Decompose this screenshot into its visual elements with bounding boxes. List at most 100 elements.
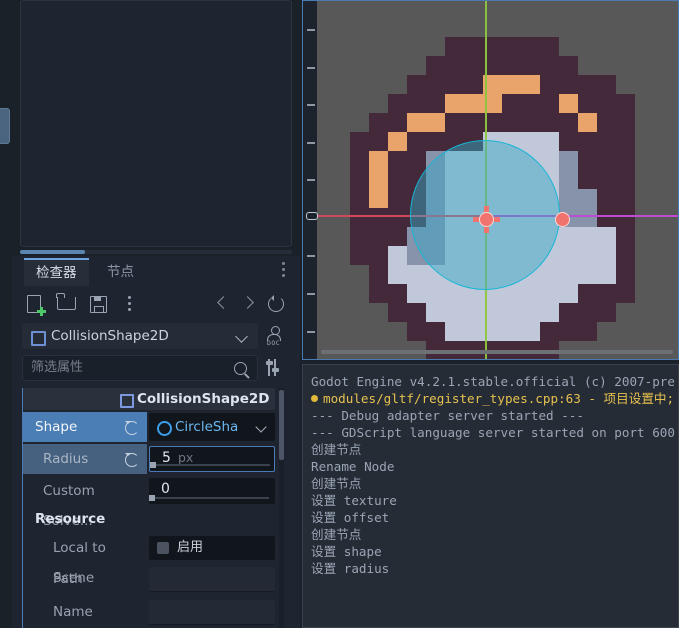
local-to-scene-checkbox[interactable]: 启用 [149, 536, 275, 560]
radius-number-field[interactable]: 5 px [149, 446, 275, 472]
vertical-ruler[interactable] [303, 1, 318, 359]
property-label-path: Path [53, 571, 83, 587]
center-pivot-handle[interactable] [473, 206, 500, 233]
section-resource[interactable]: Resource [23, 506, 275, 532]
sprite-pixel [578, 75, 597, 94]
open-docs-button[interactable]: DOC [264, 325, 286, 347]
sprite-pixel [559, 322, 578, 341]
revert-icon-radius[interactable] [125, 453, 139, 467]
output-line: modules/gltf/register_types.cpp:63 - 项目设… [311, 390, 678, 407]
tab-node[interactable]: 节点 [95, 258, 146, 286]
save-resource-button[interactable] [86, 292, 110, 316]
sprite-pixel [540, 284, 559, 303]
shape-value: CircleSha [175, 419, 239, 435]
sprite-pixel [559, 151, 578, 170]
output-console[interactable]: Godot Engine v4.2.1.stable.official (c) … [302, 364, 679, 628]
object-tools-icon-2 [271, 359, 279, 376]
property-scrollbar-thumb[interactable] [279, 390, 284, 460]
object-tools-button[interactable] [264, 357, 286, 379]
more-options-button[interactable] [118, 292, 142, 316]
property-row-path: Path [23, 564, 275, 594]
sprite-pixel [388, 284, 407, 303]
left-dock-edge [0, 0, 12, 628]
property-label-radius: Radius [23, 444, 147, 474]
custom-solver-number-field[interactable]: 0 [149, 478, 275, 504]
sprite-pixel [540, 37, 559, 56]
sprite-pixel [369, 189, 388, 208]
viewport-horizontal-scrollbar[interactable] [321, 350, 673, 354]
sprite-pixel [578, 246, 597, 265]
output-line: 设置 offset [311, 510, 390, 525]
sprite-pixel [350, 208, 369, 227]
radius-handle[interactable] [555, 212, 570, 227]
sprite-pixel [407, 113, 426, 132]
circleshape2d-icon [157, 421, 172, 436]
chevron-left-icon [217, 296, 230, 309]
godot-editor-window: 检查器 节点 CollisionShape2D DOC 筛选属性 Collisi… [0, 0, 679, 628]
property-header: CollisionShape2D [23, 388, 275, 410]
scene-tree-scrollbar-thumb[interactable] [20, 250, 85, 254]
sprite-pixel [597, 227, 616, 246]
sprite-pixel [502, 75, 521, 94]
new-resource-button[interactable] [22, 292, 46, 316]
output-line: 创建节点 [311, 527, 362, 542]
scene-tree-panel[interactable] [20, 0, 292, 247]
sprite-pixel [426, 322, 445, 341]
ruler-origin-marker [306, 212, 318, 220]
sprite-pixel [369, 208, 388, 227]
ruler-tick [307, 142, 315, 144]
sprite-pixel [559, 246, 578, 265]
2d-viewport[interactable] [302, 0, 679, 360]
sprite-pixel [597, 303, 616, 322]
sprite-pixel [388, 132, 407, 151]
sprite-pixel [445, 56, 464, 75]
sprite-pixel [369, 151, 388, 170]
sprite-pixel [559, 170, 578, 189]
output-line: 设置 texture [311, 493, 397, 508]
chevron-down-icon [235, 330, 248, 343]
sprite-pixel [597, 170, 616, 189]
sprite-pixel [578, 322, 597, 341]
history-prev-button[interactable] [212, 292, 236, 316]
open-resource-button[interactable] [54, 292, 78, 316]
inspector-menu-icon[interactable] [277, 262, 289, 282]
sprite-pixel [559, 227, 578, 246]
sprite-pixel [578, 170, 597, 189]
node-selector[interactable]: CollisionShape2D [22, 323, 258, 349]
output-lines: Godot Engine v4.2.1.stable.official (c) … [311, 373, 678, 577]
sprite-pixel [540, 303, 559, 322]
property-label-custom-solver: Custom Solve... [43, 483, 95, 529]
sprite-pixel [464, 94, 483, 113]
dock-resize-handle[interactable] [0, 108, 10, 144]
history-next-button[interactable] [238, 292, 262, 316]
revert-icon-shape[interactable] [125, 421, 139, 435]
sprite-pixel [578, 189, 597, 208]
sprite-pixel [616, 246, 635, 265]
name-text-field[interactable] [149, 600, 275, 625]
output-line: 设置 shape [311, 544, 382, 559]
sprite-pixel [597, 246, 616, 265]
radius-slider-knob[interactable] [150, 462, 156, 468]
sprite-pixel [521, 132, 540, 151]
filter-properties-input[interactable]: 筛选属性 [22, 355, 258, 381]
sprite-pixel [407, 265, 426, 284]
sprite-pixel [616, 189, 635, 208]
history-button[interactable] [264, 292, 288, 316]
shape-resource-picker[interactable]: CircleSha [149, 413, 275, 441]
inspector-tabbar: 检查器 节点 [12, 258, 288, 286]
sprite-pixel [597, 151, 616, 170]
sprite-pixel [616, 94, 635, 113]
property-label-name: Name [53, 604, 93, 620]
sprite-pixel [559, 113, 578, 132]
sprite-pixel [388, 246, 407, 265]
sprite-pixel [597, 284, 616, 303]
tab-inspector[interactable]: 检查器 [24, 258, 89, 286]
sprite-pixel [502, 113, 521, 132]
radius-slider-track[interactable] [154, 464, 270, 466]
custom-solver-slider-knob[interactable] [149, 495, 155, 501]
custom-solver-slider-track[interactable] [153, 497, 269, 499]
path-text-field[interactable] [149, 567, 275, 592]
sprite-pixel [426, 284, 445, 303]
sprite-pixel [559, 94, 578, 113]
sprite-pixel [502, 322, 521, 341]
